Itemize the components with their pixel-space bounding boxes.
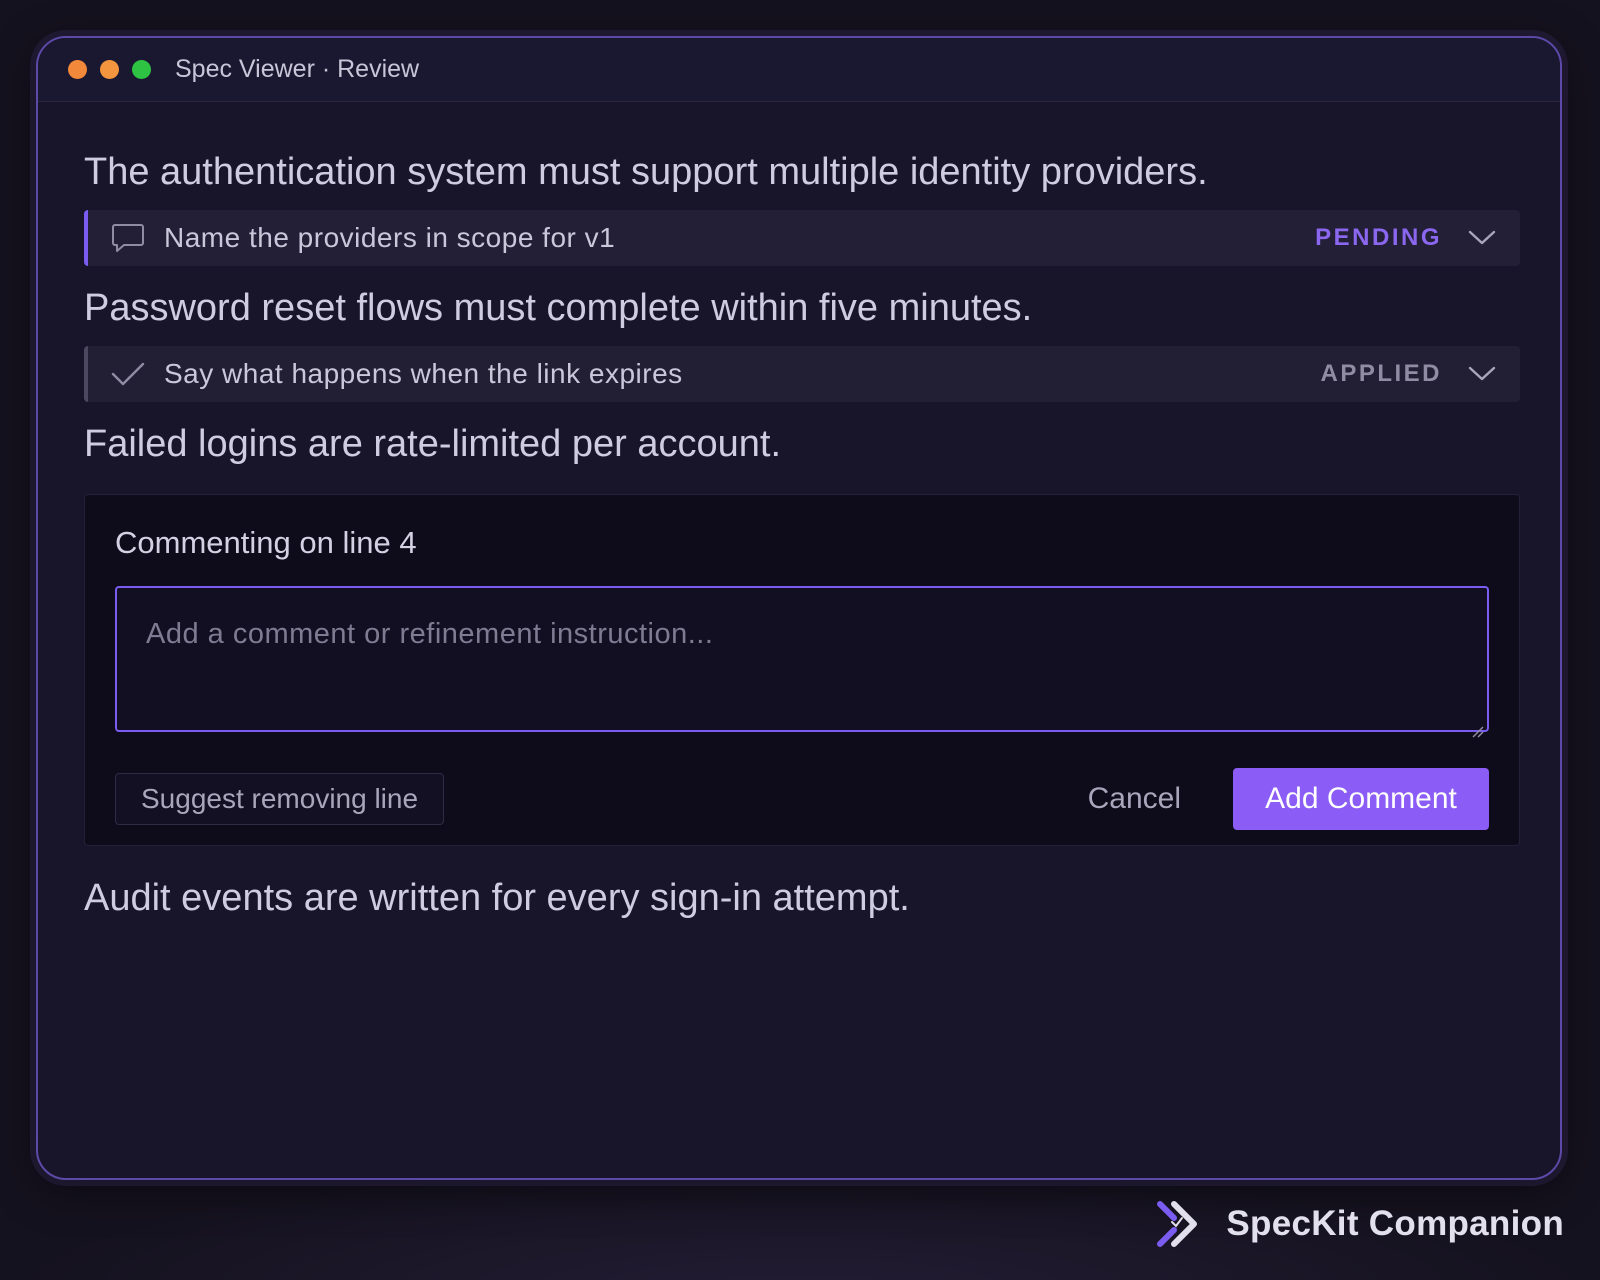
suggest-removing-line-button[interactable]: Suggest removing line — [115, 773, 445, 825]
comment-editor: Commenting on line 4 Add a comment or re… — [84, 494, 1520, 846]
status-badge-pending: PENDING — [1315, 224, 1442, 251]
editor-actions: Suggest removing line Cancel Add Comment — [115, 768, 1489, 830]
app-window: Spec Viewer · Review The authentication … — [36, 36, 1562, 1180]
comment-thread-pending[interactable]: Name the providers in scope for v1 PENDI… — [84, 210, 1520, 266]
spec-line-4[interactable]: Audit events are written for every sign-… — [84, 876, 1520, 920]
add-comment-button[interactable]: Add Comment — [1233, 768, 1489, 830]
brand: SpecKit Companion — [1152, 1198, 1564, 1250]
chevron-down-icon[interactable] — [1468, 364, 1496, 384]
comment-text: Say what happens when the link expires — [164, 358, 683, 389]
comment-input[interactable]: Add a comment or refinement instruction.… — [115, 586, 1489, 738]
comment-text: Name the providers in scope for v1 — [164, 222, 616, 253]
comment-icon — [110, 220, 146, 256]
window-title: Spec Viewer · Review — [175, 55, 420, 83]
check-icon — [110, 356, 146, 392]
editor-title: Commenting on line 4 — [115, 525, 417, 560]
spec-document: The authentication system must support m… — [84, 102, 1520, 920]
close-window-button[interactable] — [68, 60, 87, 79]
status-badge-applied: APPLIED — [1320, 360, 1442, 387]
spec-line-1[interactable]: The authentication system must support m… — [84, 150, 1520, 194]
cancel-button[interactable]: Cancel — [1088, 782, 1181, 816]
brand-name: SpecKit Companion — [1226, 1204, 1564, 1243]
maximize-window-button[interactable] — [132, 60, 151, 79]
chevron-down-icon[interactable] — [1468, 228, 1496, 248]
minimize-window-button[interactable] — [100, 60, 119, 79]
spec-line-3[interactable]: Failed logins are rate-limited per accou… — [84, 422, 1520, 466]
resize-handle-icon[interactable] — [1470, 713, 1484, 738]
comment-thread-applied[interactable]: Say what happens when the link expires A… — [84, 346, 1520, 402]
speckit-logo-icon — [1152, 1198, 1204, 1250]
title-bar: Spec Viewer · Review — [38, 38, 1560, 102]
spec-line-2[interactable]: Password reset flows must complete withi… — [84, 286, 1520, 330]
